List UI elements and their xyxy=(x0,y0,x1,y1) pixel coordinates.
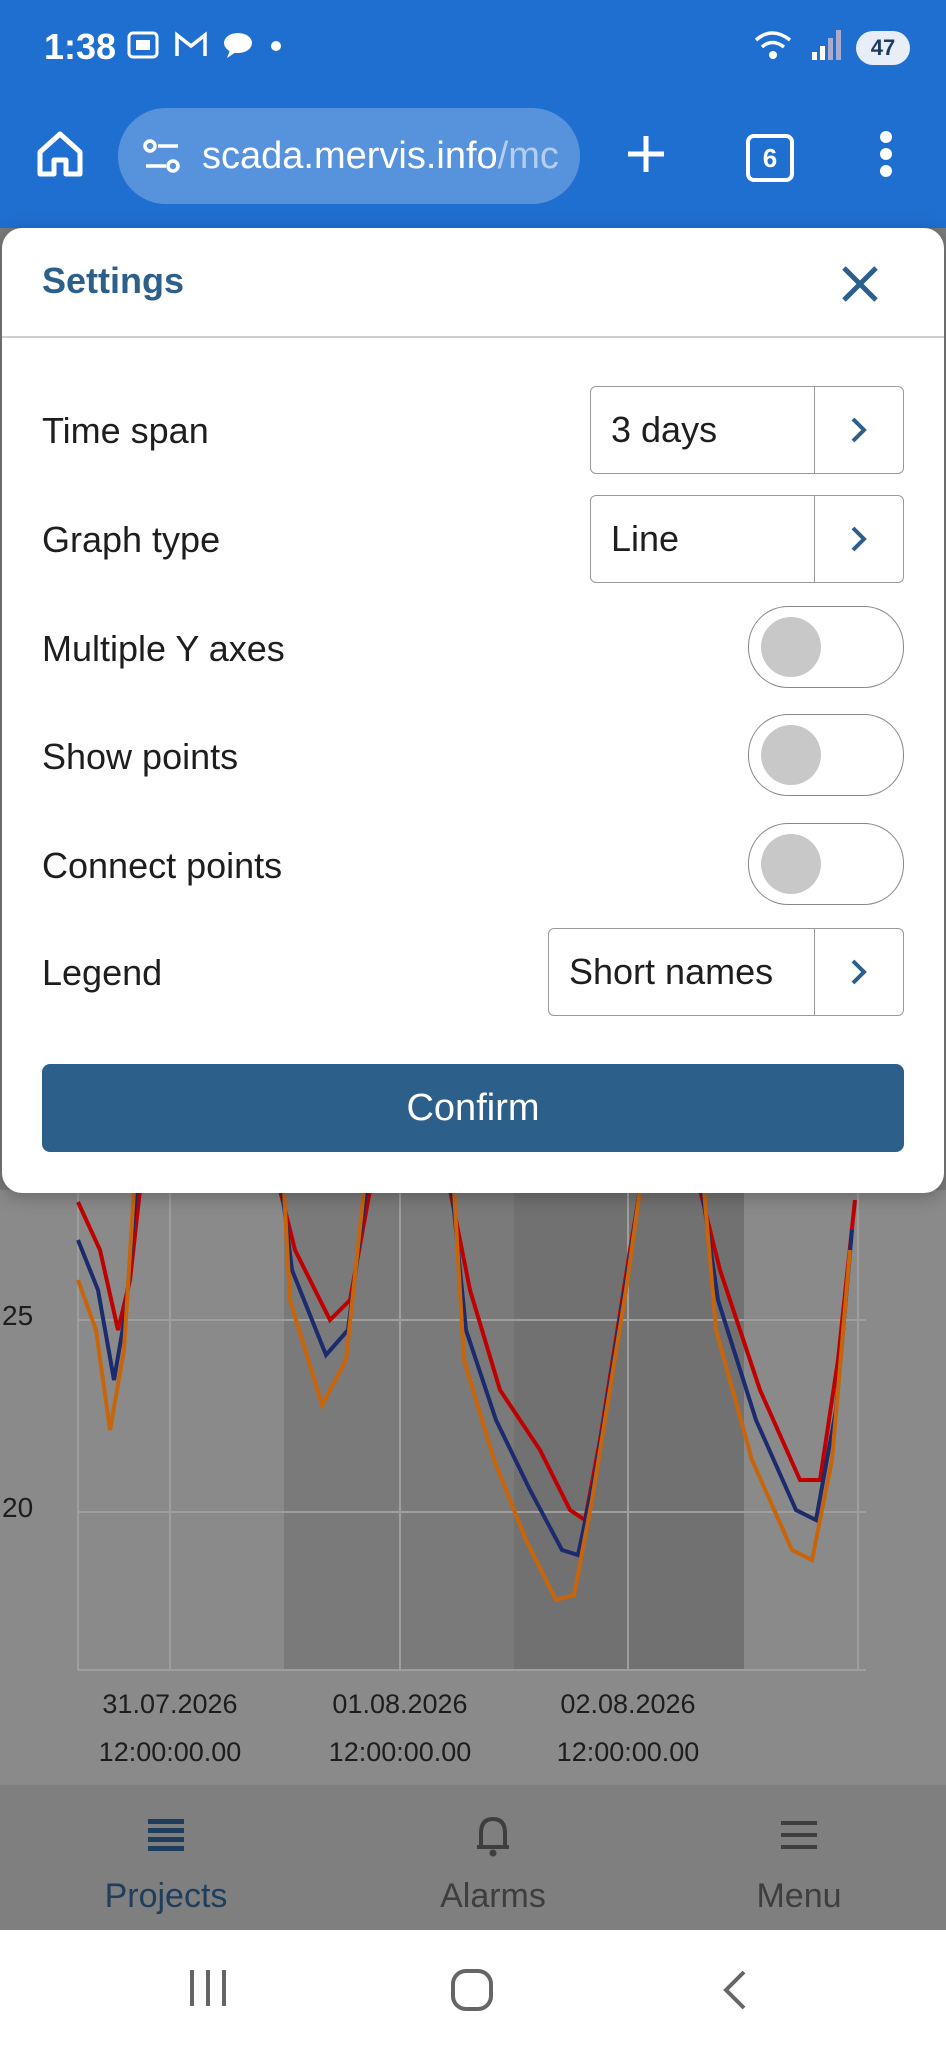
status-right: 47 xyxy=(752,28,910,67)
x-tick-date: 01.08.2026 xyxy=(332,1689,468,1719)
battery-indicator: 47 xyxy=(856,30,910,65)
gmail-icon xyxy=(174,30,208,68)
graph-type-select[interactable]: Line xyxy=(590,495,904,583)
nav-projects[interactable]: Projects xyxy=(56,1805,276,1916)
dot-icon xyxy=(268,30,284,68)
url-text: scada.mervis.info/mc xyxy=(202,135,559,178)
system-nav-bar xyxy=(0,1930,946,2049)
graph-type-label: Graph type xyxy=(42,519,221,560)
x-tick-label: 02.08.2026 12:00:00.00 xyxy=(518,1680,738,1776)
x-tick-date: 31.07.2026 xyxy=(102,1689,238,1719)
legend-select[interactable]: Short names xyxy=(548,928,904,1016)
connect-points-toggle[interactable] xyxy=(748,823,904,905)
bell-icon xyxy=(383,1805,603,1865)
toggle-knob xyxy=(761,834,821,894)
list-icon xyxy=(56,1805,276,1865)
status-time: 1:38 xyxy=(44,26,117,67)
close-icon xyxy=(842,266,878,302)
x-tick-label: 01.08.2026 12:00:00.00 xyxy=(290,1680,510,1776)
legend-label: Legend xyxy=(42,952,163,993)
home-circle-icon[interactable] xyxy=(450,1968,494,2012)
confirm-button[interactable]: Confirm xyxy=(42,1064,904,1152)
chart-area: 25 20 31.07.2026 12:00:00.00 01.08.2026 … xyxy=(0,1190,946,1785)
legend-value: Short names xyxy=(569,951,774,992)
nav-label: Menu xyxy=(756,1877,842,1915)
site-settings-icon xyxy=(143,139,180,173)
show-points-label: Show points xyxy=(42,736,239,777)
multiple-y-axes-row: Multiple Y axes xyxy=(2,604,944,694)
nav-alarms[interactable]: Alarms xyxy=(383,1805,603,1916)
nav-menu[interactable]: Menu xyxy=(689,1805,909,1916)
show-points-toggle[interactable] xyxy=(748,714,904,796)
time-span-value: 3 days xyxy=(611,409,718,450)
recent-apps-icon[interactable] xyxy=(186,1968,230,2008)
toggle-knob xyxy=(761,617,821,677)
chevron-right-icon[interactable] xyxy=(814,496,903,582)
x-tick-label: 31.07.2026 12:00:00.00 xyxy=(60,1680,280,1776)
wifi-icon xyxy=(752,28,796,67)
address-bar[interactable]: scada.mervis.info/mc xyxy=(118,108,580,204)
bottom-nav: Projects Alarms Menu xyxy=(0,1785,946,1930)
y-tick-label: 20 xyxy=(2,1492,34,1523)
x-tick-time: 12:00:00.00 xyxy=(556,1737,700,1767)
signal-icon xyxy=(810,28,842,67)
home-icon xyxy=(37,131,83,177)
menu-icon xyxy=(689,1805,909,1865)
x-tick-time: 12:00:00.00 xyxy=(328,1737,472,1767)
toggle-knob xyxy=(761,725,821,785)
connect-points-row: Connect points xyxy=(2,821,944,911)
time-span-select[interactable]: 3 days xyxy=(590,386,904,474)
show-points-row: Show points xyxy=(2,712,944,802)
graph-type-value: Line xyxy=(611,518,680,559)
multiple-y-axes-label: Multiple Y axes xyxy=(42,628,285,669)
url-domain: scada.mervis.info xyxy=(202,134,498,177)
dialog-header: Settings xyxy=(2,228,944,338)
nav-label: Alarms xyxy=(440,1877,546,1915)
notification-icons xyxy=(126,30,284,68)
chevron-right-icon[interactable] xyxy=(814,387,903,473)
x-tick-date: 02.08.2026 xyxy=(560,1689,696,1719)
more-vert-icon xyxy=(880,131,892,177)
graph-type-row: Graph type Line xyxy=(2,495,944,585)
dialog-title: Settings xyxy=(42,260,185,301)
tab-switcher-button[interactable]: 6 xyxy=(746,134,794,182)
nav-label: Projects xyxy=(104,1877,228,1915)
time-span-label: Time span xyxy=(42,410,209,451)
chat-icon xyxy=(222,30,254,68)
status-bar: 1:38 47 xyxy=(0,0,946,100)
browser-bar: scada.mervis.info/mc 6 xyxy=(0,100,946,228)
new-tab-button[interactable] xyxy=(622,130,670,178)
settings-dialog: Settings Time span 3 days Graph type Lin… xyxy=(2,228,944,1193)
x-tick-time: 12:00:00.00 xyxy=(98,1737,242,1767)
legend-row: Legend Short names xyxy=(2,928,944,1018)
chevron-right-icon[interactable] xyxy=(814,929,903,1015)
connect-points-label: Connect points xyxy=(42,845,283,886)
plus-icon xyxy=(628,136,664,172)
y-tick-label: 25 xyxy=(2,1300,34,1331)
url-path: /mc xyxy=(497,134,559,177)
time-span-row: Time span 3 days xyxy=(2,386,944,476)
browser-top-bar: 1:38 47 scada.mervis.info/mc 6 xyxy=(0,0,946,228)
browser-menu-button[interactable] xyxy=(878,130,894,178)
screenshot-icon xyxy=(126,30,160,68)
home-button[interactable] xyxy=(34,128,86,180)
close-button[interactable] xyxy=(838,262,882,306)
back-icon[interactable] xyxy=(720,1968,750,2012)
multiple-y-axes-toggle[interactable] xyxy=(748,606,904,688)
